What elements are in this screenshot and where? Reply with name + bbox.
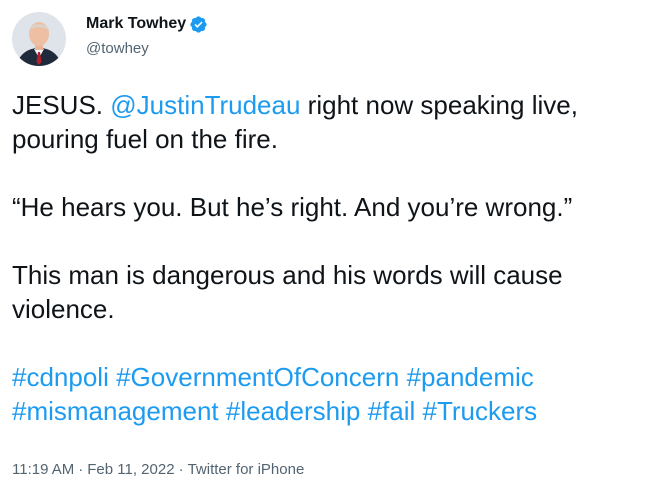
hashtags-paragraph: #cdnpoli #GovernmentOfConcern #pandemic … [12,360,652,428]
tweet-time-link[interactable]: 11:19 AM [12,461,74,478]
hashtag-link[interactable]: #fail [368,396,416,426]
hashtag-link[interactable]: #cdnpoli [12,362,109,392]
tweet-date-link[interactable]: Feb 11, 2022 [87,461,174,478]
tweet-paragraph-2: “He hears you. But he’s right. And you’r… [12,192,573,222]
hashtag-link[interactable]: #leadership [226,396,360,426]
verified-badge-icon [189,15,208,34]
meta-separator: · [178,461,184,478]
tweet-paragraph-1: JESUS. @JustinTrudeau right now speaking… [12,88,652,156]
name-row: Mark Towhey [86,14,208,34]
tweet-meta: 11:19 AM · Feb 11, 2022 · Twitter for iPhone [12,460,304,480]
hashtag-link[interactable]: #Truckers [423,396,538,426]
mention-link[interactable]: @JustinTrudeau [110,90,300,120]
tweet-card: Mark Towhey @towhey JESUS. @JustinTrudea… [0,0,662,486]
hashtag-link[interactable]: #pandemic [407,362,534,392]
hashtag-link[interactable]: #mismanagement [12,396,219,426]
author-handle[interactable]: @towhey [86,39,208,59]
tweet-paragraph-3: This man is dangerous and his words will… [12,260,563,324]
hashtag-link[interactable]: #GovernmentOfConcern [116,362,399,392]
person-photo-icon [12,12,66,66]
tweet-source-link[interactable]: Twitter for iPhone [188,461,305,478]
text-lead: JESUS. [12,90,111,120]
author-display-name[interactable]: Mark Towhey [86,14,186,34]
author-block: Mark Towhey @towhey [86,14,208,59]
meta-separator: · [78,461,84,478]
tweet-text: JESUS. @JustinTrudeau right now speaking… [12,88,652,428]
author-avatar[interactable] [12,12,66,66]
